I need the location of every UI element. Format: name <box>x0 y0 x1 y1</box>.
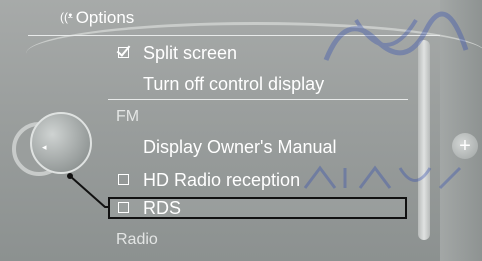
callout-pointer <box>69 175 110 208</box>
plus-icon[interactable]: + <box>452 133 478 159</box>
callout-dot <box>67 173 73 179</box>
idrive-screen: ((ᵜ Options Split screen Turn off contro… <box>0 0 482 261</box>
plus-glyph: + <box>459 134 471 157</box>
